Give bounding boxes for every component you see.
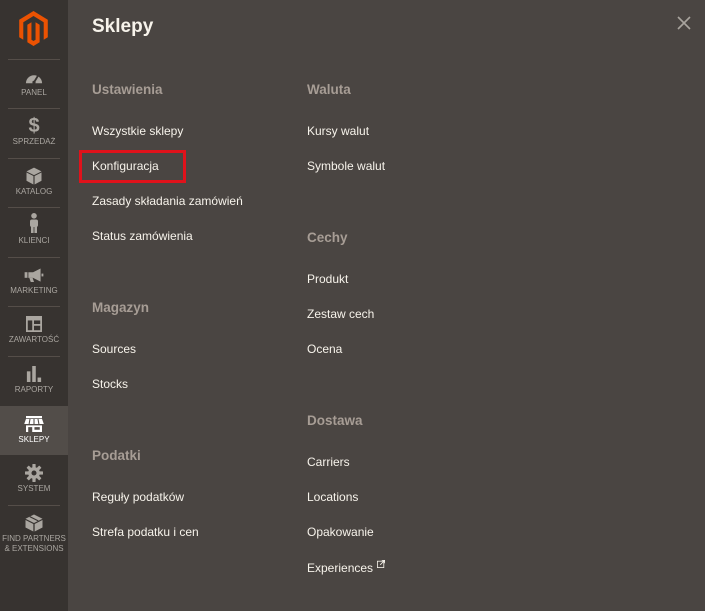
menu-link-all-stores[interactable]: Wszystkie sklepy — [92, 124, 302, 159]
store-icon — [24, 416, 44, 432]
menu-group-attributes: Cechy Produkt Zestaw cech Ocena — [307, 230, 517, 377]
dollar-icon: $ — [28, 115, 40, 137]
sidebar-item-content[interactable]: ZAWARTOŚĆ — [0, 306, 68, 355]
layout-icon — [26, 316, 42, 332]
menu-link-order-status[interactable]: Status zamówienia — [92, 229, 302, 264]
group-heading-currency: Waluta — [307, 82, 351, 97]
sidebar-item-system[interactable]: SYSTEM — [0, 455, 68, 504]
menu-link-label: Experiences — [307, 561, 374, 575]
close-icon — [677, 16, 691, 30]
menu-group-settings: Ustawienia Wszystkie sklepy Konfiguracja… — [92, 82, 302, 264]
group-heading-attributes: Cechy — [307, 230, 348, 245]
logo[interactable] — [17, 11, 50, 46]
sidebar-item-find-partners[interactable]: FIND PARTNERS & EXTENSIONS — [0, 505, 68, 561]
box-icon — [26, 167, 42, 185]
group-heading-shipping: Dostawa — [307, 413, 363, 428]
sidebar-item-label: & EXTENSIONS — [4, 544, 64, 553]
panel-title: Sklepy — [92, 16, 154, 37]
sidebar-item-label: MARKETING — [10, 286, 58, 295]
person-icon — [30, 213, 38, 233]
stores-menu-panel: Sklepy Ustawienia Wszystkie sklepy Konfi… — [68, 0, 705, 611]
sidebar-item-reports[interactable]: RAPORTY — [0, 356, 68, 405]
sidebar-item-label: ZAWARTOŚĆ — [8, 335, 60, 344]
gear-icon — [25, 464, 43, 482]
group-heading-inventory: Magazyn — [92, 300, 150, 315]
menu-column-right: Waluta Kursy walut Symbole walut Cechy P… — [307, 82, 517, 595]
sidebar-item-label: SYSTEM — [17, 484, 51, 493]
sidebar-item-label: RAPORTY — [14, 385, 54, 394]
menu-group-currency: Waluta Kursy walut Symbole walut — [307, 82, 517, 194]
menu-group-taxes: Podatki Reguły podatków Strefa podatku i… — [92, 448, 302, 560]
admin-app: PANEL $ SPRZEDAŻ KATALOG KLIENCI MARKETI… — [0, 0, 705, 611]
sidebar-item-marketing[interactable]: MARKETING — [0, 257, 68, 306]
sidebar-item-sales[interactable]: $ SPRZEDAŻ — [0, 108, 68, 157]
menu-link-order-terms[interactable]: Zasady składania zamówień — [92, 194, 302, 229]
menu-link-tax-rules[interactable]: Reguły podatków — [92, 490, 302, 525]
menu-link-experiences[interactable]: Experiences — [307, 560, 517, 595]
menu-group-shipping: Dostawa Carriers Locations Opakowanie Ex… — [307, 413, 517, 595]
sidebar-item-label: KLIENCI — [18, 236, 50, 245]
sidebar-item-label: KATALOG — [15, 187, 53, 196]
menu-group-inventory: Magazyn Sources Stocks — [92, 300, 302, 412]
menu-link-tax-zones-rates[interactable]: Strefa podatku i cen — [92, 525, 302, 560]
sidebar-item-label: SPRZEDAŻ — [12, 137, 56, 146]
menu-link-stocks[interactable]: Stocks — [92, 377, 302, 412]
sidebar-item-label: SKLEPY — [18, 435, 50, 444]
bar-chart-icon — [26, 366, 42, 382]
magento-logo-icon — [19, 11, 48, 46]
external-link-icon — [377, 560, 386, 568]
admin-sidebar: PANEL $ SPRZEDAŻ KATALOG KLIENCI MARKETI… — [0, 0, 68, 611]
group-heading-settings: Ustawienia — [92, 82, 163, 97]
sidebar-item-customers[interactable]: KLIENCI — [0, 207, 68, 256]
menu-link-product-attributes[interactable]: Produkt — [307, 272, 517, 307]
menu-link-locations[interactable]: Locations — [307, 490, 517, 525]
dashboard-icon — [25, 74, 43, 85]
menu-link-sources[interactable]: Sources — [92, 342, 302, 377]
menu-link-configuration[interactable]: Konfiguracja — [92, 159, 302, 194]
megaphone-icon — [24, 268, 44, 283]
sidebar-item-dashboard[interactable]: PANEL — [0, 59, 68, 108]
menu-link-currency-rates[interactable]: Kursy walut — [307, 124, 517, 159]
sidebar-item-label: FIND PARTNERS — [2, 534, 66, 543]
group-heading-taxes: Podatki — [92, 448, 141, 463]
sidebar-item-label: PANEL — [21, 88, 47, 97]
close-button[interactable] — [677, 16, 691, 30]
menu-link-currency-symbols[interactable]: Symbole walut — [307, 159, 517, 194]
menu-link-attribute-set[interactable]: Zestaw cech — [307, 307, 517, 342]
menu-link-carriers[interactable]: Carriers — [307, 455, 517, 490]
sidebar-item-stores[interactable]: SKLEPY — [0, 406, 68, 455]
partners-box-icon — [25, 514, 43, 532]
menu-link-packaging[interactable]: Opakowanie — [307, 525, 517, 560]
menu-column-left: Ustawienia Wszystkie sklepy Konfiguracja… — [92, 82, 302, 560]
menu-link-rating[interactable]: Ocena — [307, 342, 517, 377]
sidebar-item-catalog[interactable]: KATALOG — [0, 158, 68, 207]
